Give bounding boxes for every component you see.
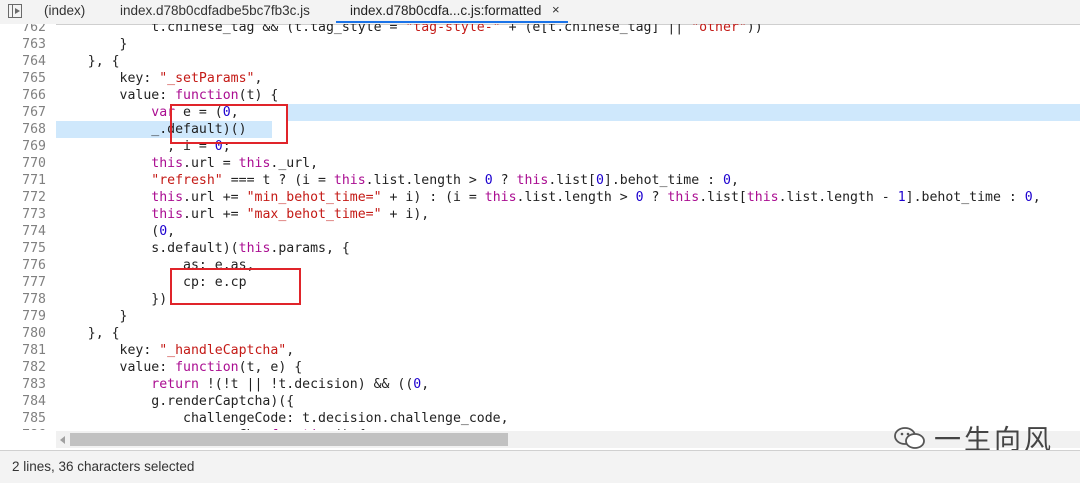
code-text: }, { xyxy=(56,326,120,341)
code-text: return !(!t || !t.decision) && ((0, xyxy=(151,377,430,392)
line-number: 777 xyxy=(22,275,46,290)
code-line[interactable]: 776 as: e.as, xyxy=(0,257,1080,274)
line-number: 763 xyxy=(22,37,46,52)
code-line[interactable]: 762 t.chinese_tag && (t.tag_style = "tag… xyxy=(0,24,1080,36)
line-number: 773 xyxy=(22,207,46,222)
code-line[interactable]: 780 }, { xyxy=(0,325,1080,342)
line-number: 785 xyxy=(22,411,46,426)
line-number: 771 xyxy=(22,173,46,188)
line-number: 770 xyxy=(22,156,46,171)
code-text: s.default)(this.params, { xyxy=(56,241,350,256)
line-number: 780 xyxy=(22,326,46,341)
code-text: challengeCode: t.decision.challenge_code… xyxy=(56,411,509,426)
code-text: t.chinese_tag && (t.tag_style = "tag-sty… xyxy=(56,24,763,35)
code-text: value: function(t, e) { xyxy=(56,360,303,375)
tab-index[interactable]: (index) xyxy=(44,3,85,18)
annotation-box-params xyxy=(170,268,301,305)
line-number: 762 xyxy=(22,24,46,35)
code-line[interactable]: 778 }) xyxy=(0,291,1080,308)
code-text: key: "_handleCaptcha", xyxy=(56,343,295,358)
line-number: 768 xyxy=(22,122,46,137)
code-line[interactable]: 779 } xyxy=(0,308,1080,325)
code-line[interactable]: 784 g.renderCaptcha)({ xyxy=(0,393,1080,410)
code-line[interactable]: 773 this.url += "max_behot_time=" + i), xyxy=(0,206,1080,223)
code-text: this.url += "max_behot_time=" + i), xyxy=(151,207,430,222)
tab-source-file[interactable]: index.d78b0cdfadbe5bc7fb3c.js xyxy=(120,3,310,18)
code-line[interactable]: 766 value: function(t) { xyxy=(0,87,1080,104)
code-text: }) xyxy=(56,292,168,307)
active-tab-indicator xyxy=(336,21,568,23)
code-line[interactable]: 775 s.default)(this.params, { xyxy=(0,240,1080,257)
code-line[interactable]: 781 key: "_handleCaptcha", xyxy=(0,342,1080,359)
line-number: 779 xyxy=(22,309,46,324)
line-number: 786 xyxy=(0,427,46,430)
code-editor[interactable]: 762 t.chinese_tag && (t.tag_style = "tag… xyxy=(0,24,1080,430)
code-line[interactable]: 769 , i = 0; xyxy=(0,138,1080,155)
code-text: key: "_setParams", xyxy=(56,71,263,86)
code-text: g.renderCaptcha)({ xyxy=(56,394,295,409)
code-line[interactable]: 770 this.url = this._url, xyxy=(0,155,1080,172)
code-line[interactable]: 777 cp: e.cp xyxy=(0,274,1080,291)
annotation-box-var-e xyxy=(170,104,288,144)
code-line[interactable]: 774 (0, xyxy=(0,223,1080,240)
line-number: 775 xyxy=(22,241,46,256)
close-icon[interactable]: × xyxy=(552,2,560,17)
code-text: successCb: function() { xyxy=(56,427,366,430)
line-number: 764 xyxy=(22,54,46,69)
code-line[interactable]: 763 } xyxy=(0,36,1080,53)
code-line[interactable]: 764 }, { xyxy=(0,53,1080,70)
tab-bar: (index) index.d78b0cdfadbe5bc7fb3c.js in… xyxy=(0,0,1080,25)
code-text: this.url = this._url, xyxy=(151,156,319,171)
line-number: 778 xyxy=(22,292,46,307)
line-number: 772 xyxy=(22,190,46,205)
code-text: } xyxy=(56,37,128,52)
code-line[interactable]: 783 return !(!t || !t.decision) && ((0, xyxy=(0,376,1080,393)
code-line[interactable]: 767 var e = (0, xyxy=(0,104,1080,121)
wechat-icon xyxy=(894,427,925,449)
code-text: this.url += "min_behot_time=" + i) : (i … xyxy=(151,190,1041,205)
code-line[interactable]: 782 value: function(t, e) { xyxy=(0,359,1080,376)
code-text: (0, xyxy=(56,224,176,239)
code-line[interactable]: 765 key: "_setParams", xyxy=(0,70,1080,87)
line-number: 774 xyxy=(22,224,46,239)
tab-formatted-file[interactable]: index.d78b0cdfa...c.js:formatted xyxy=(350,3,541,18)
code-line[interactable]: 771 "refresh" === t ? (i = this.list.len… xyxy=(0,172,1080,189)
line-number: 784 xyxy=(22,394,46,409)
code-line[interactable]: 772 this.url += "min_behot_time=" + i) :… xyxy=(0,189,1080,206)
line-number: 782 xyxy=(22,360,46,375)
line-number: 769 xyxy=(22,139,46,154)
code-text: } xyxy=(56,309,128,324)
line-number: 766 xyxy=(22,88,46,103)
line-number: 765 xyxy=(22,71,46,86)
code-text: }, { xyxy=(56,54,120,69)
scroll-left-icon[interactable] xyxy=(60,436,65,444)
line-number: 783 xyxy=(22,377,46,392)
code-line[interactable]: 768 _.default)() xyxy=(0,121,1080,138)
selection-status: 2 lines, 36 characters selected xyxy=(12,459,195,474)
code-text: "refresh" === t ? (i = this.list.length … xyxy=(151,173,739,188)
line-number: 767 xyxy=(22,105,46,120)
line-number: 776 xyxy=(22,258,46,273)
status-bar: 2 lines, 36 characters selected xyxy=(0,450,1080,483)
line-number: 781 xyxy=(22,343,46,358)
scrollbar-thumb[interactable] xyxy=(70,433,508,446)
code-text: value: function(t) { xyxy=(56,88,279,103)
toggle-navigator-icon[interactable] xyxy=(8,4,22,18)
